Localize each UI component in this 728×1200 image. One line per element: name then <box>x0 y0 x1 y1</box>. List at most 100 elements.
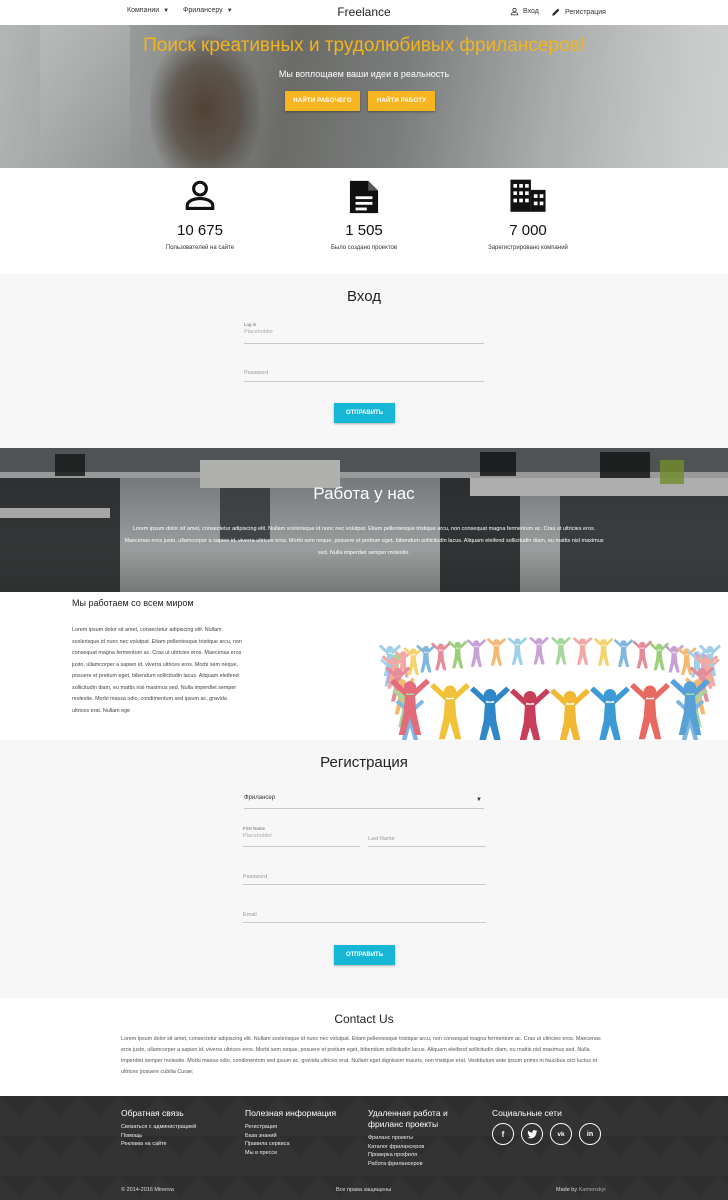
footer-link[interactable]: Регистрация <box>245 1123 365 1132</box>
person-figure <box>590 686 630 740</box>
person-figure <box>664 644 685 673</box>
reg-password-placeholder: Password <box>243 874 268 880</box>
stat-users: 10 675 Пользователей на сайте <box>120 168 280 251</box>
stat-value: 1 505 <box>345 222 383 239</box>
person-figure <box>572 637 593 665</box>
hero-title: Поиск креативных и трудолюбивых фрилансе… <box>143 35 585 56</box>
person-figure <box>430 683 470 740</box>
footer-link[interactable]: Каталог фрилансеров <box>368 1143 478 1152</box>
role-select[interactable]: Фрилансер ▼ <box>244 795 484 809</box>
user-icon <box>510 7 519 16</box>
reg-password-field[interactable]: Password <box>243 872 486 885</box>
page: Компании ▼ Фрилансеру ▼ Freelance Вход Р… <box>0 0 728 1200</box>
stats-section: 10 675 Пользователей на сайте 1 505 Было… <box>0 168 728 274</box>
last-name-placeholder: Last Name <box>368 836 395 842</box>
footer-link[interactable]: Связаться с администрацией <box>121 1123 241 1132</box>
stat-value: 7 000 <box>509 222 547 239</box>
find-worker-button[interactable]: НАЙТИ РАБОЧЕГО <box>285 91 360 111</box>
registration-title: Регистрация <box>320 754 408 771</box>
first-name-placeholder: Placeholder <box>243 833 273 839</box>
register-submit-button[interactable]: ОТПРАВИТЬ <box>334 945 395 965</box>
made-by-link[interactable]: Kamenskyi <box>579 1187 606 1193</box>
top-navbar: Компании ▼ Фрилансеру ▼ Freelance Вход Р… <box>0 0 728 25</box>
pencil-icon <box>552 8 560 16</box>
stat-companies: 7 000 Зарегистрировано компаний <box>448 168 608 251</box>
footer-link[interactable]: Реклама на сайте <box>121 1140 241 1149</box>
document-icon <box>349 180 379 214</box>
hero-subtitle: Мы воплощаем ваши идеи в реальность <box>278 69 450 79</box>
last-name-field[interactable]: Last Name <box>368 834 486 847</box>
email-field[interactable]: Email <box>243 910 486 923</box>
register-link[interactable]: Регистрация <box>551 7 606 17</box>
footer-link[interactable]: Правила сервиса <box>245 1140 365 1149</box>
email-placeholder: Email <box>243 912 257 918</box>
footer-link[interactable]: Работа фрилансеров <box>368 1160 478 1169</box>
person-figure <box>430 642 451 671</box>
world-text: Lorem ipsum dolor sit amet, consectetur … <box>72 627 242 714</box>
footer-social: Социальные сети f vk in <box>492 1108 612 1145</box>
login-submit-button[interactable]: ОТПРАВИТЬ <box>334 403 395 423</box>
find-job-button[interactable]: НАЙТИ РАБОТУ <box>368 91 435 111</box>
world-section: Мы работаем со всем миром Lorem ipsum do… <box>0 592 728 740</box>
login-field[interactable]: Log in Placeholder <box>244 322 484 344</box>
role-select-value: Фрилансер <box>244 795 276 801</box>
person-figure <box>486 637 507 666</box>
facebook-icon[interactable]: f <box>492 1123 514 1145</box>
footer-link[interactable]: Мы в прессе <box>245 1149 365 1158</box>
register-link-label: Регистрация <box>565 8 606 16</box>
footer-feedback-title: Обратная связь <box>121 1108 184 1118</box>
people-circle-image <box>378 636 722 740</box>
footer-info: Полезная информация Регистрация База зна… <box>245 1108 365 1157</box>
person-figure <box>529 636 550 665</box>
registration-section: Регистрация Фрилансер ▼ First Name Place… <box>0 740 728 998</box>
stat-label: Было создано проектов <box>330 245 398 251</box>
copyright: © 2014-2016 Minerva <box>121 1187 174 1193</box>
footer-link[interactable]: Фриланс проекты <box>368 1134 478 1143</box>
work-text: Lorem ipsum dolor sit amet, consectetur … <box>124 526 604 556</box>
work-title: Работа у нас <box>313 484 415 503</box>
rights-text: Все права защищены <box>336 1187 392 1193</box>
footer-remote: Удаленная работа и фриланс проекты Фрила… <box>368 1108 478 1168</box>
person-figure <box>593 637 614 666</box>
contact-title: Contact Us <box>334 1012 394 1026</box>
footer-social-title: Социальные сети <box>492 1108 562 1118</box>
stat-projects: 1 505 Было создано проектов <box>284 168 444 251</box>
contact-text: Lorem ipsum dolor sit amet, consectetur … <box>121 1036 601 1075</box>
person-figure <box>550 636 571 665</box>
stat-label: Пользователей на сайте <box>165 245 235 251</box>
password-field[interactable]: Password <box>244 368 484 382</box>
stat-label: Зарегистрировано компаний <box>488 245 568 251</box>
building-icon <box>510 179 546 212</box>
login-link[interactable]: Вход <box>510 7 539 16</box>
login-section: Вход Log in Placeholder Password ОТПРАВИ… <box>0 274 728 448</box>
linkedin-icon[interactable]: in <box>579 1123 601 1145</box>
vk-icon[interactable]: vk <box>550 1123 572 1145</box>
site-logo[interactable]: Freelance <box>0 5 728 19</box>
twitter-icon[interactable] <box>521 1123 543 1145</box>
made-by: Made by Kamenskyi <box>556 1187 606 1193</box>
footer-info-title: Полезная информация <box>245 1108 337 1118</box>
login-link-label: Вход <box>523 8 539 15</box>
footer-link[interactable]: Помощь <box>121 1132 241 1141</box>
person-figure <box>632 640 653 669</box>
password-field-placeholder: Password <box>244 370 269 376</box>
footer-remote-title: Удаленная работа и фриланс проекты <box>368 1108 448 1129</box>
person-figure <box>510 688 550 740</box>
user-icon <box>185 180 215 211</box>
hero-banner: Поиск креативных и трудолюбивых фрилансе… <box>0 25 728 168</box>
footer-link[interactable]: База знаний <box>245 1132 365 1141</box>
footer-feedback: Обратная связь Связаться с администрацие… <box>121 1108 241 1149</box>
person-figure <box>415 644 436 673</box>
footer-link[interactable]: Проверка профиля <box>368 1151 478 1160</box>
first-name-field[interactable]: First Name Placeholder <box>243 826 360 847</box>
person-figure <box>550 688 590 740</box>
person-figure <box>470 686 510 740</box>
contact-section: Contact Us Lorem ipsum dolor sit amet, c… <box>0 998 728 1096</box>
person-figure <box>613 639 634 667</box>
world-title: Мы работаем со всем миром <box>72 598 194 608</box>
work-section: Работа у нас Lorem ipsum dolor sit amet,… <box>0 448 728 592</box>
made-by-prefix: Made by <box>556 1187 578 1193</box>
chevron-down-icon: ▼ <box>476 797 482 803</box>
person-figure <box>507 637 528 665</box>
person-figure <box>630 683 670 740</box>
